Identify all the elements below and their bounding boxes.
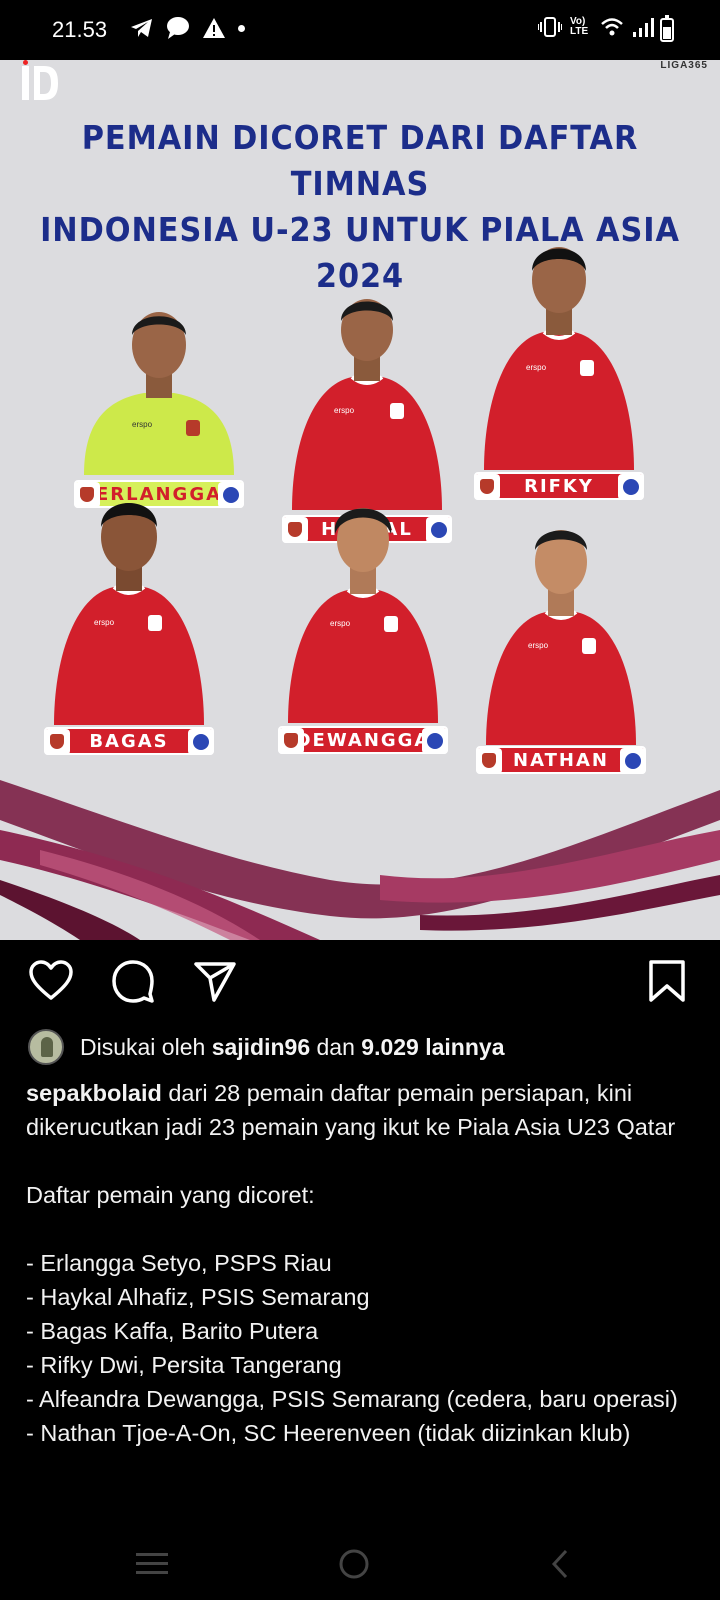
player-photo: erspo xyxy=(484,247,634,470)
player-name: DEWANGGA xyxy=(295,729,431,751)
list-item: - Erlangga Setyo, PSPS Riau xyxy=(26,1250,332,1276)
svg-text:erspo: erspo xyxy=(528,641,549,650)
club-badge-icon xyxy=(618,474,644,500)
player-card: erspo DEWANGGA xyxy=(278,498,448,754)
likes-count[interactable]: 9.029 lainnya xyxy=(361,1034,504,1061)
comment-icon[interactable] xyxy=(110,958,156,1004)
caption-username[interactable]: sepakbolaid xyxy=(26,1080,162,1106)
svg-text:erspo: erspo xyxy=(526,363,547,372)
player-card: erspo NATHAN xyxy=(476,520,646,774)
player-card: erspo RIFKY xyxy=(474,235,644,500)
player-photo: erspo xyxy=(288,508,438,723)
player-name: BAGAS xyxy=(89,730,169,752)
system-nav-bar xyxy=(0,1530,720,1600)
signal-icon xyxy=(633,18,654,37)
post-caption: sepakbolaid dari 28 pemain daftar pemain… xyxy=(26,1076,706,1450)
list-item: - Rifky Dwi, Persita Tangerang xyxy=(26,1352,342,1378)
logo-liga: LIGA365 xyxy=(660,60,708,71)
volte-icon: Vo) LTE xyxy=(570,16,589,37)
garuda-badge-icon xyxy=(474,474,500,500)
garuda-badge-icon xyxy=(44,729,70,755)
svg-text:erspo: erspo xyxy=(334,406,355,415)
player-photo: erspo xyxy=(292,299,442,510)
chat-bubble-icon xyxy=(167,17,189,39)
post-actions xyxy=(0,950,720,1010)
svg-text:erspo: erspo xyxy=(94,618,115,627)
notification-dot-icon xyxy=(238,24,245,32)
club-badge-icon xyxy=(620,748,646,774)
list-item: - Bagas Kaffa, Barito Putera xyxy=(26,1318,319,1344)
player-photo: erspo xyxy=(54,503,204,725)
player-photo: erspo xyxy=(486,530,636,745)
caption-list-header: Daftar pemain yang dicoret: xyxy=(26,1182,315,1208)
list-item: - Haykal Alhafiz, PSIS Semarang xyxy=(26,1284,370,1310)
warning-icon xyxy=(203,18,225,38)
post-image[interactable]: LIGA365 PEMAIN DICORET DARI DAFTAR TIMNA… xyxy=(0,60,720,940)
svg-text:erspo: erspo xyxy=(132,420,153,429)
player-name: RIFKY xyxy=(524,475,594,497)
player-card: erspo BAGAS xyxy=(44,495,214,755)
player-photo: erspo xyxy=(84,312,234,475)
bookmark-icon[interactable] xyxy=(644,958,690,1004)
club-badge-icon xyxy=(218,482,244,508)
home-icon[interactable] xyxy=(336,1548,372,1580)
battery-icon xyxy=(660,15,674,42)
player-name: NATHAN xyxy=(513,749,609,771)
avatar[interactable] xyxy=(28,1029,64,1065)
send-icon[interactable] xyxy=(192,958,238,1004)
recents-icon[interactable] xyxy=(134,1548,170,1580)
list-item: - Alfeandra Dewangga, PSIS Semarang (ced… xyxy=(26,1386,678,1412)
garuda-badge-icon xyxy=(476,748,502,774)
logo-id xyxy=(22,60,58,100)
status-time: 21.53 xyxy=(52,17,108,42)
club-badge-icon xyxy=(188,729,214,755)
svg-text:erspo: erspo xyxy=(330,619,351,628)
telegram-icon xyxy=(131,19,152,37)
player-card: erspo ERLANGGA xyxy=(74,275,244,510)
list-item: - Nathan Tjoe-A-On, SC Heerenveen (tidak… xyxy=(26,1420,631,1446)
back-icon[interactable] xyxy=(548,1548,572,1580)
heart-icon[interactable] xyxy=(28,958,74,1004)
liker-username[interactable]: sajidin96 xyxy=(212,1034,310,1061)
wifi-icon xyxy=(601,18,623,36)
status-bar: 21.53 Vo) LTE xyxy=(0,0,720,60)
vibrate-icon xyxy=(538,17,562,37)
likes-summary[interactable]: Disukai oleh sajidin96 dan 9.029 lainnya xyxy=(28,1028,504,1066)
club-badge-icon xyxy=(422,728,448,754)
garuda-badge-icon xyxy=(278,728,304,754)
